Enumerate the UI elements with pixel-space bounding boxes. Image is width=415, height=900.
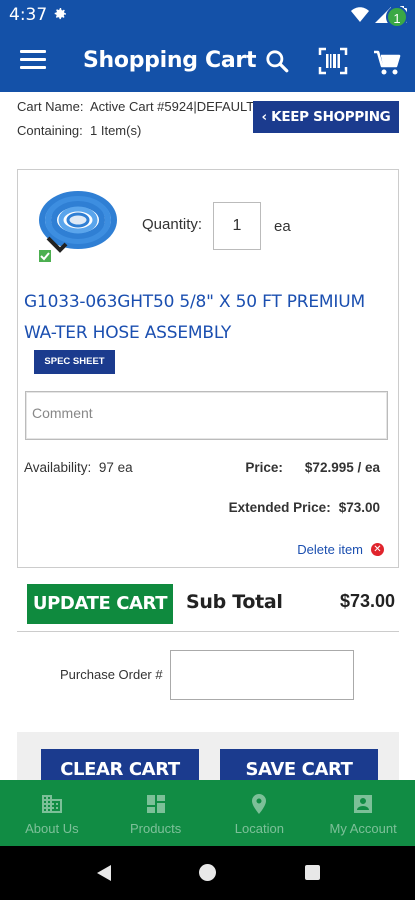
nav-products-label: Products [129,821,182,836]
extended-price-value: $73.00 [338,500,380,515]
app-header: 4:37 Shopping Cart [0,0,415,92]
menu-icon[interactable] [20,50,46,70]
product-image[interactable] [38,180,118,266]
subtotal-label: Sub Total [186,591,283,613]
location-pin-icon [252,794,267,814]
quantity-input[interactable]: 1 [213,202,261,250]
product-title-link[interactable]: G1033-063GHT50 5/8" X 50 FT PREMIUM WA-T… [24,287,394,349]
cart-containing-row: Containing: 1 Item(s) [17,119,254,143]
grid-icon [146,795,165,813]
purchase-order-label: Purchase Order # [60,667,163,682]
extended-price-label: Extended Price: [228,500,331,515]
barcode-scan-icon[interactable] [318,47,348,75]
keep-shopping-button[interactable]: ‹ KEEP SHOPPING [253,101,399,133]
back-icon[interactable] [95,864,113,882]
extended-price-row: Extended Price: $73.00 [229,500,380,515]
delete-x-icon[interactable]: ✕ [371,543,384,556]
search-icon[interactable] [264,48,290,74]
containing-value: 1 Item(s) [90,123,142,138]
delete-item-label[interactable]: Delete item [297,542,363,557]
nav-my-account[interactable]: My Account [311,780,415,846]
cart-name-label: Cart Name: [17,99,84,114]
availability: Availability: 97 ea [24,460,133,475]
wifi-icon [351,6,369,22]
price-label: Price: [245,460,283,475]
availability-label: Availability: [24,460,92,475]
price-row: Price: $72.995 / ea [245,460,380,475]
spec-sheet-button[interactable]: SPEC SHEET [34,350,115,374]
nav-about-us-label: About Us [25,821,79,836]
cart-count-badge: 1 [386,6,408,28]
nav-location-label: Location [234,821,284,836]
page-title: Shopping Cart [83,48,257,73]
update-cart-button[interactable]: UPDATE CART [27,584,173,624]
price-value: $72.995 / ea [304,460,380,475]
cart-item-card: Quantity: 1 ea G1033-063GHT50 5/8" X 50 … [17,169,399,568]
home-icon[interactable] [199,864,216,881]
purchase-order-input[interactable] [170,650,354,700]
account-icon [354,795,373,813]
nav-location[interactable]: Location [208,780,312,846]
settings-gear-icon [54,8,66,20]
recent-apps-icon[interactable] [305,865,320,880]
cart-info: Cart Name: Active Cart #5924|DEFAULT Con… [17,95,254,143]
comment-field[interactable]: Comment [25,391,388,440]
quantity-unit: ea [274,218,291,235]
cart-name-value: Active Cart #5924|DEFAULT [89,99,255,114]
nav-my-account-label: My Account [329,821,397,836]
status-bar: 4:37 [0,0,415,30]
nav-products[interactable]: Products [104,780,208,846]
cart-name-row: Cart Name: Active Cart #5924|DEFAULT [17,95,254,119]
cart-icon[interactable] [372,46,404,78]
bottom-nav: About Us Products Location My Account [0,780,415,846]
containing-label: Containing: [17,123,83,138]
divider [17,631,399,632]
availability-value: 97 ea [98,460,133,475]
building-icon [41,795,62,813]
subtotal-value: $73.00 [339,591,395,611]
quantity-label: Quantity: [142,216,203,233]
status-time: 4:37 [9,5,48,25]
system-nav-bar [0,846,415,900]
delete-item-link[interactable]: Delete item ✕ [297,542,384,557]
app-bar: Shopping Cart [0,30,415,92]
nav-about-us[interactable]: About Us [0,780,104,846]
